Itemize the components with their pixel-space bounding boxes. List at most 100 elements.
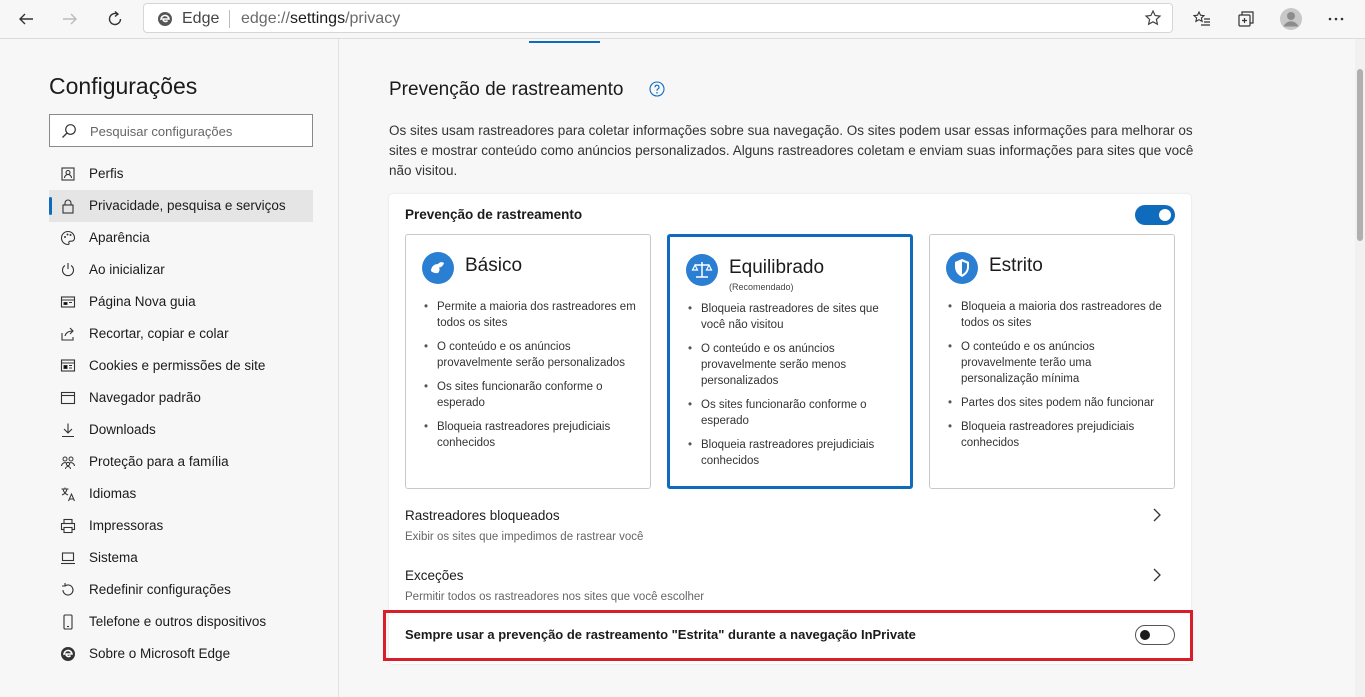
url-text: edge://settings/privacy: [241, 10, 400, 28]
card-title: Prevenção de rastreamento: [405, 207, 583, 222]
sidebar-item-downloads[interactable]: Downloads: [49, 414, 313, 446]
phone-icon: [63, 614, 73, 630]
chevron-right-icon[interactable]: [1151, 507, 1163, 523]
blocked-trackers-subtitle: Exibir os sites que impedimos de rastrea…: [405, 531, 644, 543]
sidebar-item-ao-inicializar[interactable]: Ao inicializar: [49, 254, 313, 286]
sidebar-item-label: Impressoras: [89, 518, 164, 533]
sidebar-item-label: Navegador padrão: [89, 390, 201, 405]
tracking-prevention-card: Prevenção de rastreamento Básico Permite …: [389, 194, 1191, 664]
tracking-option-equilibrado[interactable]: Equilibrado (Recomendado) Bloqueia rastrea…: [667, 234, 913, 489]
highlight-box: [383, 610, 1193, 661]
sidebar-item-idiomas[interactable]: Idiomas: [49, 478, 313, 510]
url-path: /privacy: [345, 10, 401, 27]
sidebar-item-label: Perfis: [89, 166, 124, 181]
settings-sidebar: Configurações Perfis Privacidade, pesquis…: [0, 39, 339, 697]
edge-icon: [61, 647, 75, 661]
lock-icon: [62, 199, 74, 214]
scrollbar[interactable]: [1355, 39, 1365, 697]
sidebar-item-navegador-padrao[interactable]: Navegador padrão: [49, 382, 313, 414]
sidebar-item-label: Privacidade, pesquisa e serviços: [89, 198, 286, 213]
profile-button[interactable]: [1276, 4, 1306, 34]
sidebar-item-aparencia[interactable]: Aparência: [49, 222, 313, 254]
exceptions-subtitle: Permitir todos os rastreadores nos sites…: [405, 591, 705, 603]
option-name: Equilibrado: [729, 257, 825, 278]
option-bullet: Os sites funcionarão conforme o esperado: [688, 397, 903, 429]
sidebar-item-recortar-copiar-e-colar[interactable]: Recortar, copiar e colar: [49, 318, 313, 350]
favorites-button[interactable]: [1187, 4, 1217, 34]
sidebar-item-privacidade-pesquisa-e-servicos[interactable]: Privacidade, pesquisa e serviços: [49, 190, 313, 222]
refresh-icon: [108, 10, 122, 26]
settings-nav: Perfis Privacidade, pesquisa e serviços Ap…: [49, 158, 313, 670]
tab-underline: [529, 41, 600, 43]
reset-icon: [62, 583, 74, 596]
favorite-star-icon[interactable]: [1144, 9, 1162, 27]
sidebar-item-cookies-e-permissoes-de-site[interactable]: Cookies e permissões de site: [49, 350, 313, 382]
option-bullet: Bloqueia rastreadores prejudiciais conhe…: [424, 419, 639, 451]
option-bullet-list: Bloqueia a maioria dos rastreadores de t…: [948, 299, 1163, 459]
exceptions-title[interactable]: Exceções: [405, 568, 464, 583]
sidebar-item-pagina-nova-guia[interactable]: Página Nova guia: [49, 286, 313, 318]
sidebar-item-impressoras[interactable]: Impressoras: [49, 510, 313, 542]
back-button[interactable]: [11, 4, 41, 34]
blocked-trackers-title[interactable]: Rastreadores bloqueados: [405, 508, 560, 523]
tracking-prevention-toggle[interactable]: [1135, 205, 1175, 225]
sidebar-item-label: Redefinir configurações: [89, 582, 231, 597]
option-bullet: Partes dos sites podem não funcionar: [948, 395, 1163, 411]
tracking-option-estrito[interactable]: Estrito Bloqueia a maioria dos rastreador…: [929, 234, 1175, 489]
forward-arrow-icon: [63, 13, 77, 25]
option-bullet: Permite a maioria dos rastreadores em to…: [424, 299, 639, 331]
scrollbar-thumb[interactable]: [1357, 69, 1363, 241]
sidebar-item-redefinir-configuracoes[interactable]: Redefinir configurações: [49, 574, 313, 606]
download-icon: [62, 423, 74, 438]
share-icon: [61, 327, 74, 341]
sidebar-item-protecao-para-a-familia[interactable]: Proteção para a família: [49, 446, 313, 478]
settings-content: Prevenção de rastreamento Os sites usam …: [339, 39, 1355, 697]
new-tab-icon: [60, 296, 76, 308]
option-bullet-list: Bloqueia rastreadores de sites que você …: [688, 301, 903, 477]
chevron-right-icon[interactable]: [1151, 567, 1163, 583]
system-icon: [61, 552, 75, 565]
option-bullet: O conteúdo e os anúncios provavelmente t…: [948, 339, 1163, 387]
url-host: settings: [289, 10, 346, 27]
browser-toolbar: Edge edge://settings/privacy: [0, 0, 1365, 39]
sidebar-item-label: Idiomas: [89, 486, 137, 501]
language-icon: [61, 487, 75, 502]
sidebar-item-perfis[interactable]: Perfis: [49, 158, 313, 190]
edge-logo-icon: [158, 12, 172, 26]
browser-brand: Edge: [182, 10, 220, 27]
refresh-button[interactable]: [100, 4, 130, 34]
section-heading: Prevenção de rastreamento: [389, 79, 624, 100]
sidebar-item-label: Proteção para a família: [89, 454, 229, 469]
collections-icon: [1238, 11, 1254, 27]
avatar-icon: [1280, 8, 1302, 30]
option-bullet: O conteúdo e os anúncios provavelmente s…: [688, 341, 903, 389]
sidebar-item-sistema[interactable]: Sistema: [49, 542, 313, 574]
tracking-option-basico[interactable]: Básico Permite a maioria dos rastreadores…: [405, 234, 651, 489]
back-arrow-icon: [19, 13, 33, 25]
collections-button[interactable]: [1231, 4, 1261, 34]
sidebar-item-telefone-e-outros-dispositivos[interactable]: Telefone e outros dispositivos: [49, 606, 313, 638]
help-icon[interactable]: [649, 81, 665, 97]
sidebar-item-sobre-o-microsoft-edge[interactable]: Sobre o Microsoft Edge: [49, 638, 313, 670]
address-bar[interactable]: Edge edge://settings/privacy: [143, 3, 1173, 33]
url-scheme: edge://: [241, 10, 290, 27]
option-subtitle: (Recomendado): [729, 282, 794, 292]
address-separator: [229, 10, 230, 28]
sidebar-item-label: Aparência: [89, 230, 150, 245]
search-input[interactable]: [90, 121, 305, 141]
cookies-icon: [60, 359, 76, 372]
option-bullet: Bloqueia rastreadores prejudiciais conhe…: [688, 437, 903, 469]
sidebar-item-label: Página Nova guia: [89, 294, 196, 309]
favorites-list-icon: [1193, 10, 1210, 26]
browser-icon: [60, 391, 76, 405]
forward-button[interactable]: [55, 4, 85, 34]
palette-icon: [60, 230, 76, 246]
search-box[interactable]: [49, 114, 313, 147]
sidebar-item-label: Recortar, copiar e colar: [89, 326, 229, 341]
settings-title: Configurações: [49, 73, 198, 99]
basic-icon: [422, 252, 454, 284]
option-name: Básico: [465, 255, 523, 276]
family-icon: [61, 456, 75, 470]
menu-button[interactable]: [1321, 4, 1351, 34]
section-description: Os sites usam rastreadores para coletar …: [389, 123, 1194, 178]
